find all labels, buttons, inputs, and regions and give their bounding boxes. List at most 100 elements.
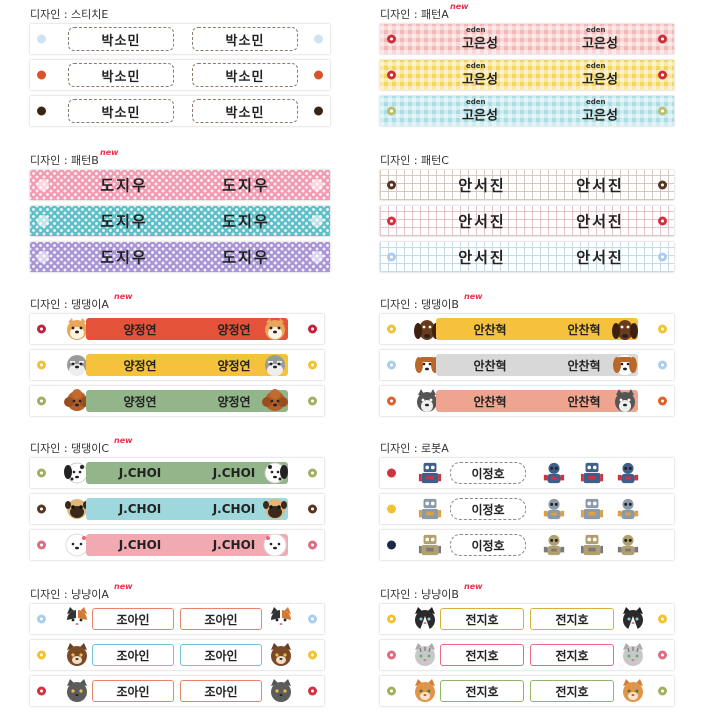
name-label: 안서진 [576, 176, 624, 195]
pin-dot-icon [387, 216, 396, 226]
section-title: 디자인 : 냥냥이A [30, 588, 109, 601]
name-label: 박소민 [68, 27, 174, 51]
name-sticker-row[interactable]: 안찬혁 안찬혁 [380, 386, 674, 416]
pin-dot-icon [311, 179, 323, 191]
name-label: 양정연 [86, 390, 194, 412]
name-sticker-row[interactable]: 도지우 도지우 [30, 206, 330, 236]
name-label: 전지호 [440, 608, 524, 630]
pin-dot-icon [658, 324, 667, 334]
bichon-face-icon [262, 532, 288, 558]
robot-icon [418, 495, 442, 523]
name-sticker-row[interactable]: eden 고은성 eden 고은성 [380, 60, 674, 90]
name-sticker-row[interactable]: 도지우 도지우 [30, 242, 330, 272]
name-label: 박소민 [68, 63, 174, 87]
name-sticker-row[interactable]: 양정연 양정연 [30, 386, 324, 416]
pin-dot-icon [308, 686, 317, 696]
name-label: 박소민 [192, 99, 298, 123]
name-label: 도지우 [222, 176, 270, 195]
name-sticker-row[interactable]: 안찬혁 안찬혁 [380, 314, 674, 344]
name-sticker-row[interactable]: 조아인 조아인 [30, 604, 324, 634]
name-sticker-row[interactable]: J.CHOI J.CHOI [30, 458, 324, 488]
name-label: 박소민 [192, 63, 298, 87]
name-sticker-row[interactable]: 박소민 박소민 [30, 24, 330, 54]
pin-dot-icon [37, 34, 46, 44]
name-label: 안서진 [458, 248, 506, 267]
pin-dot-icon [308, 614, 317, 624]
catorange-face-icon [620, 678, 646, 704]
name-sticker-row[interactable]: 안서진 안서진 [380, 170, 674, 200]
name-label: 전지호 [530, 608, 614, 630]
pin-dot-icon [658, 686, 667, 696]
name-sticker-row[interactable]: 도지우 도지우 [30, 170, 330, 200]
robot-icon [580, 459, 604, 487]
name-sticker-row[interactable]: 조아인 조아인 [30, 676, 324, 706]
name-sticker-row[interactable]: 안서진 안서진 [380, 242, 674, 272]
robot-icon [418, 459, 442, 487]
name-sticker-row[interactable]: 안서진 안서진 [380, 206, 674, 236]
pin-dot-icon [37, 179, 49, 191]
pin-dot-icon [658, 216, 667, 226]
name-label: 도지우 [100, 212, 148, 231]
name-label: 조아인 [180, 644, 262, 666]
name-sticker-row[interactable]: 조아인 조아인 [30, 640, 324, 670]
pin-dot-icon [37, 396, 46, 406]
shiba-face-icon [262, 316, 288, 342]
catorange-face-icon [412, 678, 438, 704]
name-sticker-row[interactable]: eden 고은성 eden 고은성 [380, 24, 674, 54]
name-sticker-row[interactable]: eden 고은성 eden 고은성 [380, 96, 674, 126]
pin-dot-icon [308, 468, 317, 478]
name-sticker-row[interactable]: 전지호 전지호 [380, 604, 674, 634]
name-sticker-row[interactable]: 양정연 양정연 [30, 314, 324, 344]
name-label: 도지우 [222, 248, 270, 267]
catsilver-face-icon [412, 642, 438, 668]
new-badge: new [114, 582, 133, 591]
section-title: 디자인 : 댕댕이A [30, 298, 109, 311]
name-sticker-row[interactable]: 안찬혁 안찬혁 [380, 350, 674, 380]
pin-dot-icon [387, 360, 396, 370]
name-sticker-row[interactable]: 이정호 [380, 458, 674, 488]
name-sticker-row[interactable]: J.CHOI J.CHOI [30, 494, 324, 524]
name-label: 안서진 [576, 248, 624, 267]
name-sticker-row[interactable]: J.CHOI J.CHOI [30, 530, 324, 560]
name-sticker-row[interactable]: 전지호 전지호 [380, 640, 674, 670]
pin-dot-icon [387, 686, 396, 696]
name-label: 고은성 [462, 72, 498, 88]
robot-icon [580, 531, 604, 559]
name-sticker-row[interactable]: 전지호 전지호 [380, 676, 674, 706]
name-label: 도지우 [100, 176, 148, 195]
section-robot-a: 디자인 : 로봇A 이정호 이정호 이정호 [380, 440, 680, 566]
pin-dot-icon [37, 324, 46, 334]
section-title: 디자인 : 로봇A [380, 442, 449, 455]
beagle-face-icon [612, 352, 638, 378]
pin-dot-icon [314, 70, 323, 80]
name-label: 조아인 [92, 680, 174, 702]
section-title: 디자인 : 패턴A [380, 8, 449, 21]
pin-dot-icon [658, 360, 667, 370]
catcalico-face-icon [268, 606, 294, 632]
section-doggy-c: 디자인 : 댕댕이C new J.CHOI J.CHOI J.CHOI J.CHOI J… [30, 436, 330, 566]
name-label: 이정호 [450, 534, 526, 556]
section-stitch-e: 디자인 : 스티치E 박소민 박소민 박소민 박소민 박소민 박소민 [30, 6, 330, 132]
name-label: 전지호 [530, 680, 614, 702]
name-label: 고은성 [582, 108, 618, 124]
pug-face-icon [262, 496, 288, 522]
name-label: 박소민 [192, 27, 298, 51]
pin-dot-icon [387, 614, 396, 624]
pin-dot-icon [311, 251, 323, 263]
pin-dot-icon [658, 252, 667, 262]
name-sticker-row[interactable]: 박소민 박소민 [30, 96, 330, 126]
catgray-face-icon [64, 678, 90, 704]
name-label: 이정호 [450, 498, 526, 520]
name-sticker-row[interactable]: 양정연 양정연 [30, 350, 324, 380]
name-sticker-row[interactable]: 이정호 [380, 494, 674, 524]
robot-icon [542, 531, 566, 559]
pin-dot-icon [658, 106, 667, 116]
name-sticker-row[interactable]: 이정호 [380, 530, 674, 560]
new-badge: new [100, 148, 119, 157]
pin-dot-icon [658, 34, 667, 44]
name-label: 고은성 [582, 72, 618, 88]
name-sticker-row[interactable]: 박소민 박소민 [30, 60, 330, 90]
poodle-face-icon [262, 388, 288, 414]
cattabby-face-icon [268, 642, 294, 668]
pin-dot-icon [37, 360, 46, 370]
